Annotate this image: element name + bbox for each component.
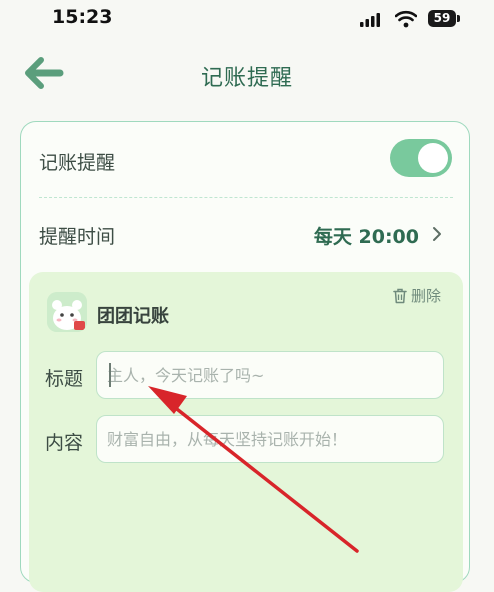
chevron-right-icon[interactable]	[431, 226, 443, 242]
status-bar: 15:23 59	[0, 0, 494, 40]
reminder-time-label: 提醒时间	[39, 226, 116, 248]
toggle-knob	[418, 143, 448, 173]
status-time: 15:23	[52, 6, 113, 28]
text-cursor	[109, 363, 111, 387]
reminder-toggle-label: 记账提醒	[39, 152, 116, 174]
reminder-toggle[interactable]	[390, 139, 452, 177]
trash-icon	[393, 288, 407, 303]
page-title: 记账提醒	[200, 66, 293, 91]
divider	[39, 197, 453, 198]
reminder-preview-panel: 团团记账 删除 标题 内容	[29, 272, 463, 592]
delete-label: 删除	[410, 287, 441, 305]
content-label: 内容	[45, 432, 84, 454]
settings-card: 记账提醒 提醒时间 每天 20:00 团团记账 删除 标题 主人，今天记账了吗~…	[20, 121, 470, 592]
app-name: 团团记账	[97, 306, 169, 327]
signal-icon	[360, 13, 380, 27]
wifi-icon	[395, 10, 417, 28]
app-logo-icon	[47, 292, 87, 332]
content-input[interactable]	[96, 415, 444, 463]
reminder-time-value[interactable]: 每天 20:00	[314, 222, 419, 249]
title-label: 标题	[45, 368, 84, 390]
title-input[interactable]	[96, 351, 444, 399]
delete-button[interactable]: 删除	[393, 285, 441, 306]
battery-icon: 59	[428, 10, 460, 27]
battery-level: 59	[433, 11, 451, 25]
